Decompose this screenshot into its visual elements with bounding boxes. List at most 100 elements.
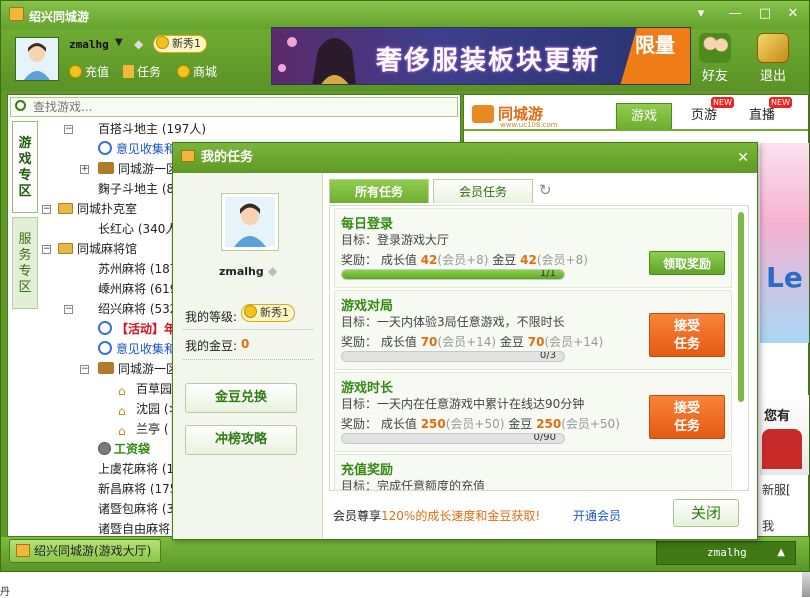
task-item: 游戏对局 目标：一天内体验3局任意游戏，不限时长 奖励： 成长值 70(会员+1… xyxy=(334,290,732,370)
lobby-taskbar-tab[interactable]: 绍兴同城游(游戏大厅) xyxy=(9,539,161,563)
promo-image[interactable]: Le xyxy=(760,143,809,343)
username-dropdown-icon[interactable]: ▼ xyxy=(115,37,123,48)
tree-item[interactable]: ⌂ 兰亭 ( xyxy=(118,419,169,439)
collapse-icon[interactable]: − xyxy=(64,125,73,134)
open-vip-link[interactable]: 开通会员 xyxy=(573,507,621,524)
tree-item[interactable]: 嵊州麻将 (619 xyxy=(98,279,177,299)
money-bag-icon xyxy=(98,442,111,455)
accept-task-button[interactable]: 接受任务 xyxy=(649,395,725,439)
maximize-button[interactable]: □ xyxy=(753,5,777,23)
tree-item[interactable]: 苏州麻将 (187 xyxy=(98,259,177,279)
ie-icon xyxy=(98,341,112,355)
promo-banner[interactable]: 奢侈服装板块更新 限量 xyxy=(271,27,691,85)
tree-item[interactable]: 诸暨自由麻将 xyxy=(98,519,170,535)
level-crown-icon xyxy=(156,36,169,49)
tree-item[interactable]: ⌂沈园 (> xyxy=(118,399,179,419)
task-item: 充值奖励 目标：完成任意额度的充值 xyxy=(334,454,732,490)
collapse-icon[interactable]: − xyxy=(42,245,51,254)
new-badge: NEW xyxy=(711,97,734,108)
friends-button[interactable]: 好友 xyxy=(695,33,735,84)
status-bar: 绍兴同城游(游戏大厅) zmalhg ▲ xyxy=(1,537,809,571)
window-title: 绍兴同城游 xyxy=(29,10,90,24)
tree-item[interactable]: 意见收集和 xyxy=(98,139,176,159)
tree-item[interactable]: 【活动】年 xyxy=(98,319,176,339)
progress-bar: 0/90 xyxy=(341,433,565,444)
game-search-box[interactable] xyxy=(10,97,458,117)
portal-logo[interactable]: 同城游 www.uc108.com xyxy=(472,101,592,131)
stray-glyph: 丹 xyxy=(0,587,10,598)
mall-link[interactable]: 商城 xyxy=(177,63,217,80)
tab-game-zone[interactable]: 游戏专区 xyxy=(12,121,38,213)
game-search-input[interactable] xyxy=(33,99,453,115)
vip-diamond-icon[interactable]: ◆ xyxy=(268,264,277,278)
house-icon: ⌂ xyxy=(118,404,126,418)
tree-item[interactable]: + 同城游一区 xyxy=(80,159,178,179)
tree-item[interactable]: 麴子斗地主 (83 xyxy=(98,179,182,199)
progress-bar: 1/1 xyxy=(341,269,565,280)
avatar[interactable] xyxy=(15,37,59,81)
chevron-up-icon[interactable]: ▲ xyxy=(777,542,785,564)
tree-item[interactable]: 新昌麻将 (175 xyxy=(98,479,177,499)
tree-item[interactable]: 诸暨包麻将 (3 xyxy=(98,499,174,519)
accept-task-button[interactable]: 接受任务 xyxy=(649,313,725,357)
new-badge: NEW xyxy=(769,97,792,108)
status-user[interactable]: zmalhg ▲ xyxy=(656,541,796,565)
tree-item[interactable]: − 同城游一区 xyxy=(80,359,178,379)
tab-all-tasks[interactable]: 所有任务 xyxy=(329,179,429,203)
tree-item[interactable]: − 绍兴麻将 (532 xyxy=(64,299,177,319)
tree-item[interactable]: 上虞花麻将 (1 xyxy=(98,459,174,479)
claim-reward-button[interactable]: 领取奖励 xyxy=(649,251,725,275)
refresh-icon[interactable]: ↻ xyxy=(539,181,552,199)
task-icon xyxy=(123,65,134,78)
task-link[interactable]: 任务 xyxy=(123,63,161,80)
tab-service-zone[interactable]: 服务专区 xyxy=(12,217,38,309)
level-badge[interactable]: 新秀1 xyxy=(153,35,207,53)
tree-item[interactable]: ⌂ 百草园 xyxy=(118,379,172,399)
dialog-close-icon[interactable]: ✕ xyxy=(737,143,749,173)
username[interactable]: zmalhg xyxy=(69,38,109,51)
restore-icon[interactable]: ▾ xyxy=(689,5,713,23)
vip-promo-highlight: 120%的成长速度和金豆获取! xyxy=(381,509,541,523)
ranking-strategy-button[interactable]: 冲榜攻略 xyxy=(185,425,297,455)
promo-figure-icon xyxy=(762,429,802,469)
dialog-title: 我的任务 xyxy=(201,150,254,165)
tree-item[interactable]: − 同城扑克室 xyxy=(42,199,137,219)
tree-item[interactable]: − 同城麻将馆 xyxy=(42,239,137,259)
tab-live[interactable]: 直播 NEW xyxy=(734,97,792,129)
minimize-button[interactable]: — xyxy=(723,5,747,23)
exit-button[interactable]: 退出 xyxy=(753,33,793,84)
level-badge[interactable]: 新秀1 xyxy=(241,304,295,322)
avatar-icon xyxy=(16,38,58,80)
tree-item[interactable]: 工资袋 xyxy=(98,439,150,459)
recharge-link[interactable]: 充值 xyxy=(69,63,109,80)
tree-item[interactable]: − 百搭斗地主 (197人) xyxy=(64,119,206,139)
collapse-icon[interactable]: − xyxy=(64,305,73,314)
house-icon: ⌂ xyxy=(118,424,126,438)
close-window-button[interactable]: ✕ xyxy=(781,5,805,23)
dialog-profile: zmalhg ◆ 我的等级: 新秀1 我的金豆: 0 金豆兑换 冲榜攻略 xyxy=(173,173,323,539)
news-link[interactable]: 新服[ xyxy=(762,481,791,498)
tree-item[interactable]: 意见收集和 xyxy=(98,339,176,359)
task-list-scrollbar[interactable] xyxy=(738,212,744,402)
tab-webgames[interactable]: 页游 NEW xyxy=(676,97,734,129)
tab-games[interactable]: 游戏 xyxy=(616,103,672,129)
title-bar[interactable]: 绍兴同城游 ▾ — □ ✕ xyxy=(1,1,809,29)
tree-item[interactable]: 长红心 (340人) xyxy=(98,219,182,239)
collapse-icon[interactable]: − xyxy=(80,365,89,374)
collapse-icon[interactable]: − xyxy=(42,205,51,214)
promo-image-2[interactable]: 您有 xyxy=(760,395,809,475)
dialog-close-button[interactable]: 关闭 xyxy=(673,499,739,527)
expand-icon[interactable]: + xyxy=(80,165,89,174)
friends-icon xyxy=(699,33,731,63)
profile-avatar xyxy=(221,193,279,251)
bean-exchange-button[interactable]: 金豆兑换 xyxy=(185,383,297,413)
banner-character-icon xyxy=(278,37,356,84)
dialog-title-bar[interactable]: 我的任务 ✕ xyxy=(173,143,757,173)
progress-bar: 0/3 xyxy=(341,351,565,362)
tab-vip-tasks[interactable]: 会员任务 xyxy=(433,179,533,203)
progress-fill xyxy=(342,270,564,279)
header: zmalhg ▼ ◆ 新秀1 充值 任务 商城 奢侈服装板块更新 限量 好友 退… xyxy=(1,27,809,91)
task-item: 游戏时长 目标：一天内在任意游戏中累计在线达90分钟 奖励： 成长值 250(会… xyxy=(334,372,732,452)
vip-diamond-icon[interactable]: ◆ xyxy=(134,37,143,51)
lobby-icon xyxy=(16,544,30,557)
